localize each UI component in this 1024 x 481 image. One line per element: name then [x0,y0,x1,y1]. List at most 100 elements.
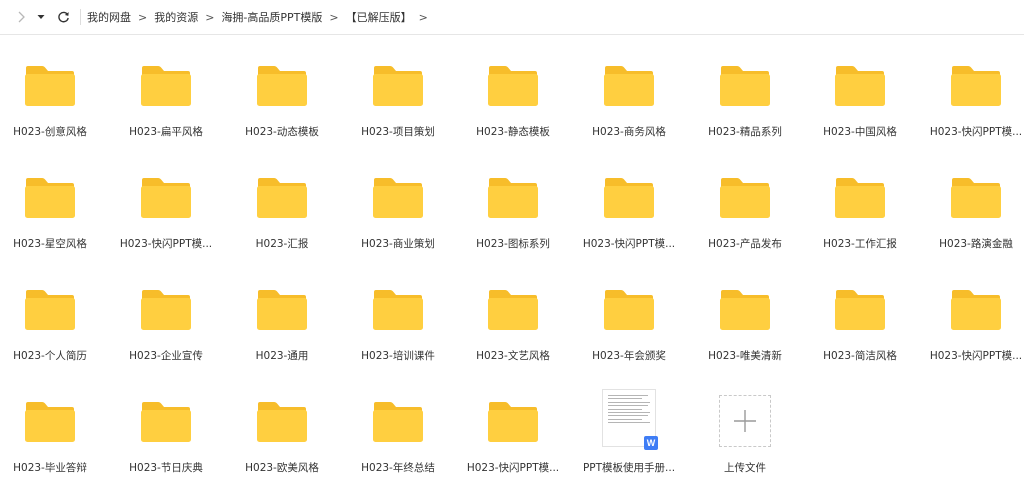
folder-name: H023-年会颁奖 [592,350,666,362]
folder-item[interactable]: H023-唯美清新 [695,265,795,365]
folder-icon [24,65,76,111]
breadcrumb-item[interactable]: 【已解压版】 [346,9,412,25]
folder-item[interactable]: H023-个人简历 [0,265,100,365]
plus-icon [719,395,771,447]
breadcrumb-item[interactable]: 我的资源 [154,9,198,25]
folder-name: H023-毕业答辩 [13,462,87,474]
folder-item[interactable]: H023-工作汇报 [810,153,910,253]
folder-item[interactable]: H023-快闪PPT模... [579,153,679,253]
folder-icon [140,289,192,335]
breadcrumb-separator: > [329,10,339,24]
folder-item[interactable]: H023-通用 [232,265,332,365]
folder-name: H023-培训课件 [361,350,435,362]
folder-name: H023-精品系列 [708,126,782,138]
folder-item[interactable]: H023-商务风格 [579,41,679,141]
document-file-item[interactable]: W PPT模板使用手册... [579,377,679,477]
folder-icon [834,289,886,335]
folder-item[interactable]: H023-精品系列 [695,41,795,141]
folder-name: H023-静态模板 [476,126,550,138]
folder-icon [950,65,1002,111]
folder-item[interactable]: H023-快闪PPT模... [463,377,563,477]
folder-item[interactable]: H023-欧美风格 [232,377,332,477]
folder-item[interactable]: H023-路演金融 [926,153,1024,253]
folder-item[interactable]: H023-图标系列 [463,153,563,253]
folder-icon [487,401,539,447]
folder-icon [140,401,192,447]
folder-name: H023-快闪PPT模... [466,462,560,474]
folder-item[interactable]: H023-静态模板 [463,41,563,141]
folder-item[interactable]: H023-节日庆典 [116,377,216,477]
folder-icon [487,177,539,223]
history-dropdown-icon[interactable] [34,5,48,29]
folder-icon [372,401,424,447]
folder-item[interactable]: H023-培训课件 [348,265,448,365]
folder-item[interactable]: H023-中国风格 [810,41,910,141]
folder-item[interactable]: H023-年会颁奖 [579,265,679,365]
folder-item[interactable]: H023-商业策划 [348,153,448,253]
folder-name: H023-欧美风格 [245,462,319,474]
file-grid: H023-创意风格 H023-扁平风格 H023-动态模板 H023-项目策划 H023… [0,35,1024,481]
folder-item[interactable]: H023-汇报 [232,153,332,253]
folder-icon [372,289,424,335]
folder-name: H023-星空风格 [13,238,87,250]
folder-icon [834,177,886,223]
folder-item[interactable]: H023-快闪PPT模... [926,41,1024,141]
folder-item[interactable]: H023-企业宣传 [116,265,216,365]
folder-icon [24,289,76,335]
folder-name: H023-简洁风格 [823,350,897,362]
forward-icon[interactable] [8,5,34,29]
folder-icon [603,177,655,223]
folder-name: H023-路演金融 [939,238,1013,250]
folder-item[interactable]: H023-动态模板 [232,41,332,141]
folder-icon [24,177,76,223]
folder-item[interactable]: H023-简洁风格 [810,265,910,365]
file-name: PPT模板使用手册... [582,462,676,474]
folder-name: H023-图标系列 [476,238,550,250]
folder-icon [372,177,424,223]
folder-icon [719,65,771,111]
folder-name: H023-商业策划 [361,238,435,250]
toolbar-divider [80,9,81,25]
refresh-icon[interactable] [52,5,74,29]
upload-label: 上传文件 [724,462,766,474]
folder-name: H023-企业宣传 [129,350,203,362]
folder-name: H023-个人简历 [13,350,87,362]
folder-icon [487,65,539,111]
breadcrumb: 我的网盘 > 我的资源 > 海拥-高品质PPT模版 > 【已解压版】 > [87,9,435,25]
folder-icon [950,289,1002,335]
folder-icon [719,177,771,223]
folder-item[interactable]: H023-快闪PPT模... [926,265,1024,365]
folder-item[interactable]: H023-毕业答辩 [0,377,100,477]
folder-item[interactable]: H023-文艺风格 [463,265,563,365]
breadcrumb-separator: > [418,10,428,24]
folder-item[interactable]: H023-创意风格 [0,41,100,141]
folder-icon [256,289,308,335]
folder-item[interactable]: H023-项目策划 [348,41,448,141]
folder-icon [140,65,192,111]
folder-name: H023-唯美清新 [708,350,782,362]
folder-name: H023-文艺风格 [476,350,550,362]
folder-icon [256,401,308,447]
breadcrumb-item[interactable]: 我的网盘 [87,9,131,25]
folder-icon [140,177,192,223]
folder-icon [24,401,76,447]
folder-icon [256,65,308,111]
breadcrumb-item[interactable]: 海拥-高品质PPT模版 [221,9,322,25]
folder-icon [372,65,424,111]
folder-item[interactable]: H023-扁平风格 [116,41,216,141]
folder-name: H023-中国风格 [823,126,897,138]
word-document-icon: W [644,436,658,450]
folder-icon [603,289,655,335]
folder-item[interactable]: H023-星空风格 [0,153,100,253]
folder-name: H023-产品发布 [708,238,782,250]
upload-file-button[interactable]: 上传文件 [695,377,795,477]
toolbar: 我的网盘 > 我的资源 > 海拥-高品质PPT模版 > 【已解压版】 > [0,0,1024,35]
folder-item[interactable]: H023-年终总结 [348,377,448,477]
folder-name: H023-通用 [255,350,309,362]
breadcrumb-separator: > [205,10,215,24]
folder-icon [834,65,886,111]
folder-name: H023-快闪PPT模... [582,238,676,250]
folder-item[interactable]: H023-快闪PPT模... [116,153,216,253]
folder-item[interactable]: H023-产品发布 [695,153,795,253]
breadcrumb-separator: > [138,10,148,24]
